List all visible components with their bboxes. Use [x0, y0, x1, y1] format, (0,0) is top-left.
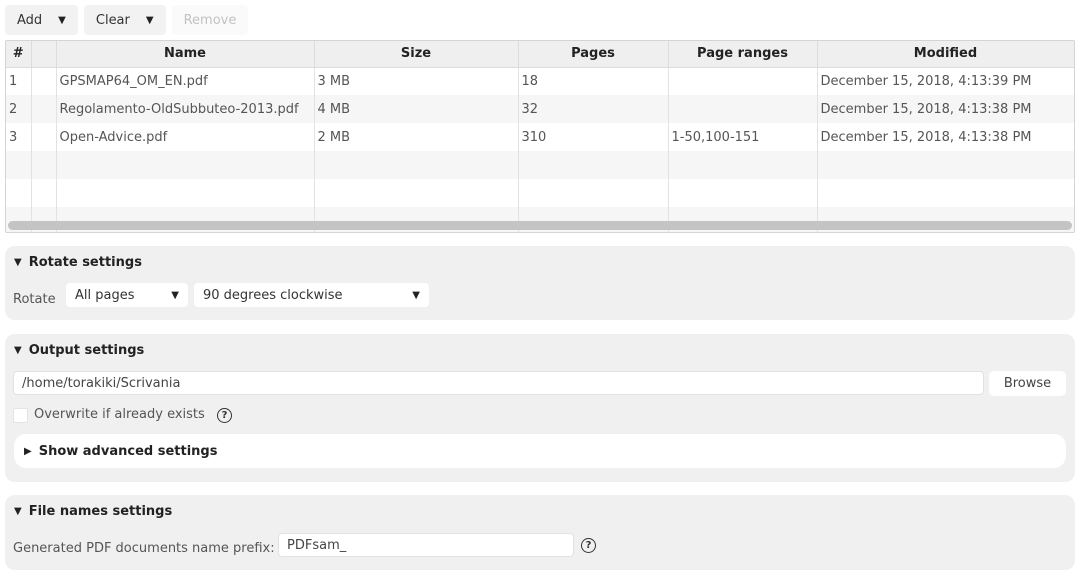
browse-button[interactable]: Browse	[989, 371, 1066, 396]
add-button-label: Add	[17, 12, 43, 28]
column-header-pages[interactable]: Pages	[518, 41, 669, 68]
help-icon[interactable]: ?	[217, 408, 232, 423]
clear-button[interactable]: Clear ▼	[83, 5, 166, 35]
column-header-page-ranges[interactable]: Page ranges	[668, 41, 818, 68]
cell-size: 4 MB	[314, 95, 519, 123]
file-names-settings-header[interactable]: ▼ File names settings	[14, 504, 172, 519]
cell-size: 2 MB	[314, 123, 519, 151]
help-icon[interactable]: ?	[581, 538, 596, 553]
expanded-triangle-icon: ▼	[14, 257, 22, 268]
file-names-settings-panel: ▼ File names settings Generated PDF docu…	[5, 495, 1075, 570]
overwrite-label[interactable]: Overwrite if already exists	[34, 407, 205, 422]
show-advanced-settings-label: Show advanced settings	[38, 443, 218, 459]
rotation-select-value: 90 degrees clockwise	[203, 287, 343, 303]
add-button[interactable]: Add ▼	[5, 5, 78, 35]
caret-down-icon[interactable]: ▼	[58, 15, 66, 26]
column-header-flag[interactable]	[31, 41, 57, 68]
rotate-label: Rotate	[13, 292, 56, 307]
cell-pages: 18	[518, 67, 669, 95]
cell-size: 3 MB	[314, 67, 519, 95]
expanded-triangle-icon: ▼	[14, 345, 22, 356]
column-header-name[interactable]: Name	[56, 41, 315, 68]
empty-row	[6, 151, 1074, 179]
rotation-select[interactable]: 90 degrees clockwise ▼	[194, 283, 429, 307]
cell-page-ranges[interactable]: 1-50,100-151	[668, 123, 818, 151]
rotate-settings-panel: ▼ Rotate settings Rotate All pages ▼ 90 …	[5, 246, 1075, 320]
remove-button-label: Remove	[183, 12, 237, 28]
collapsed-triangle-icon: ▶	[24, 445, 32, 457]
cell-page-ranges[interactable]	[668, 95, 818, 123]
cell-pages: 310	[518, 123, 669, 151]
cell-page-ranges[interactable]	[668, 67, 818, 95]
cell-flag	[31, 123, 57, 151]
table-row[interactable]: 2 Regolamento-OldSubbuteo-2013.pdf 4 MB …	[6, 95, 1074, 123]
cell-modified: December 15, 2018, 4:13:38 PM	[817, 123, 1074, 151]
prefix-value: PDFsam_	[287, 537, 347, 553]
show-advanced-settings-toggle[interactable]: ▶ Show advanced settings	[14, 434, 1066, 468]
output-settings-header[interactable]: ▼ Output settings	[14, 343, 144, 358]
output-path-input[interactable]: /home/torakiki/Scrivania	[13, 371, 984, 395]
table-header-row: # Name Size Pages Page ranges Modified	[6, 41, 1074, 68]
caret-down-icon: ▼	[412, 289, 420, 301]
cell-modified: December 15, 2018, 4:13:38 PM	[817, 95, 1074, 123]
expanded-triangle-icon: ▼	[14, 506, 22, 517]
output-settings-title: Output settings	[28, 343, 145, 358]
output-settings-panel: ▼ Output settings /home/torakiki/Scrivan…	[5, 334, 1075, 482]
cell-flag	[31, 67, 57, 95]
pages-select[interactable]: All pages ▼	[66, 283, 188, 307]
cell-number: 2	[6, 95, 32, 123]
cell-modified: December 15, 2018, 4:13:39 PM	[817, 67, 1074, 95]
empty-row	[6, 179, 1074, 207]
toolbar: Add ▼ Clear ▼ Remove	[5, 5, 249, 35]
remove-button[interactable]: Remove	[171, 5, 249, 35]
cell-number: 1	[6, 67, 32, 95]
output-path-value: /home/torakiki/Scrivania	[22, 375, 181, 391]
pages-select-value: All pages	[75, 287, 135, 303]
rotate-settings-header[interactable]: ▼ Rotate settings	[14, 255, 142, 270]
rotate-settings-title: Rotate settings	[28, 255, 142, 270]
file-names-settings-title: File names settings	[28, 504, 173, 519]
cell-name: GPSMAP64_OM_EN.pdf	[56, 67, 315, 95]
caret-down-icon[interactable]: ▼	[146, 15, 154, 26]
cell-flag	[31, 95, 57, 123]
overwrite-checkbox[interactable]	[13, 408, 28, 423]
horizontal-scrollbar[interactable]	[8, 221, 1072, 230]
prefix-input[interactable]: PDFsam_	[278, 533, 574, 557]
cell-number: 3	[6, 123, 32, 151]
prefix-label: Generated PDF documents name prefix:	[13, 541, 275, 556]
cell-pages: 32	[518, 95, 669, 123]
caret-down-icon: ▼	[171, 289, 179, 301]
column-header-size[interactable]: Size	[314, 41, 519, 68]
column-header-number[interactable]: #	[6, 41, 32, 68]
column-header-modified[interactable]: Modified	[817, 41, 1074, 68]
table-row[interactable]: 3 Open-Advice.pdf 2 MB 310 1-50,100-151 …	[6, 123, 1074, 151]
clear-button-label: Clear	[95, 12, 130, 28]
table-row[interactable]: 1 GPSMAP64_OM_EN.pdf 3 MB 18 December 15…	[6, 67, 1074, 95]
cell-name: Regolamento-OldSubbuteo-2013.pdf	[56, 95, 315, 123]
browse-button-label: Browse	[1003, 376, 1052, 391]
cell-name: Open-Advice.pdf	[56, 123, 315, 151]
file-table: # Name Size Pages Page ranges Modified 1…	[5, 40, 1075, 233]
